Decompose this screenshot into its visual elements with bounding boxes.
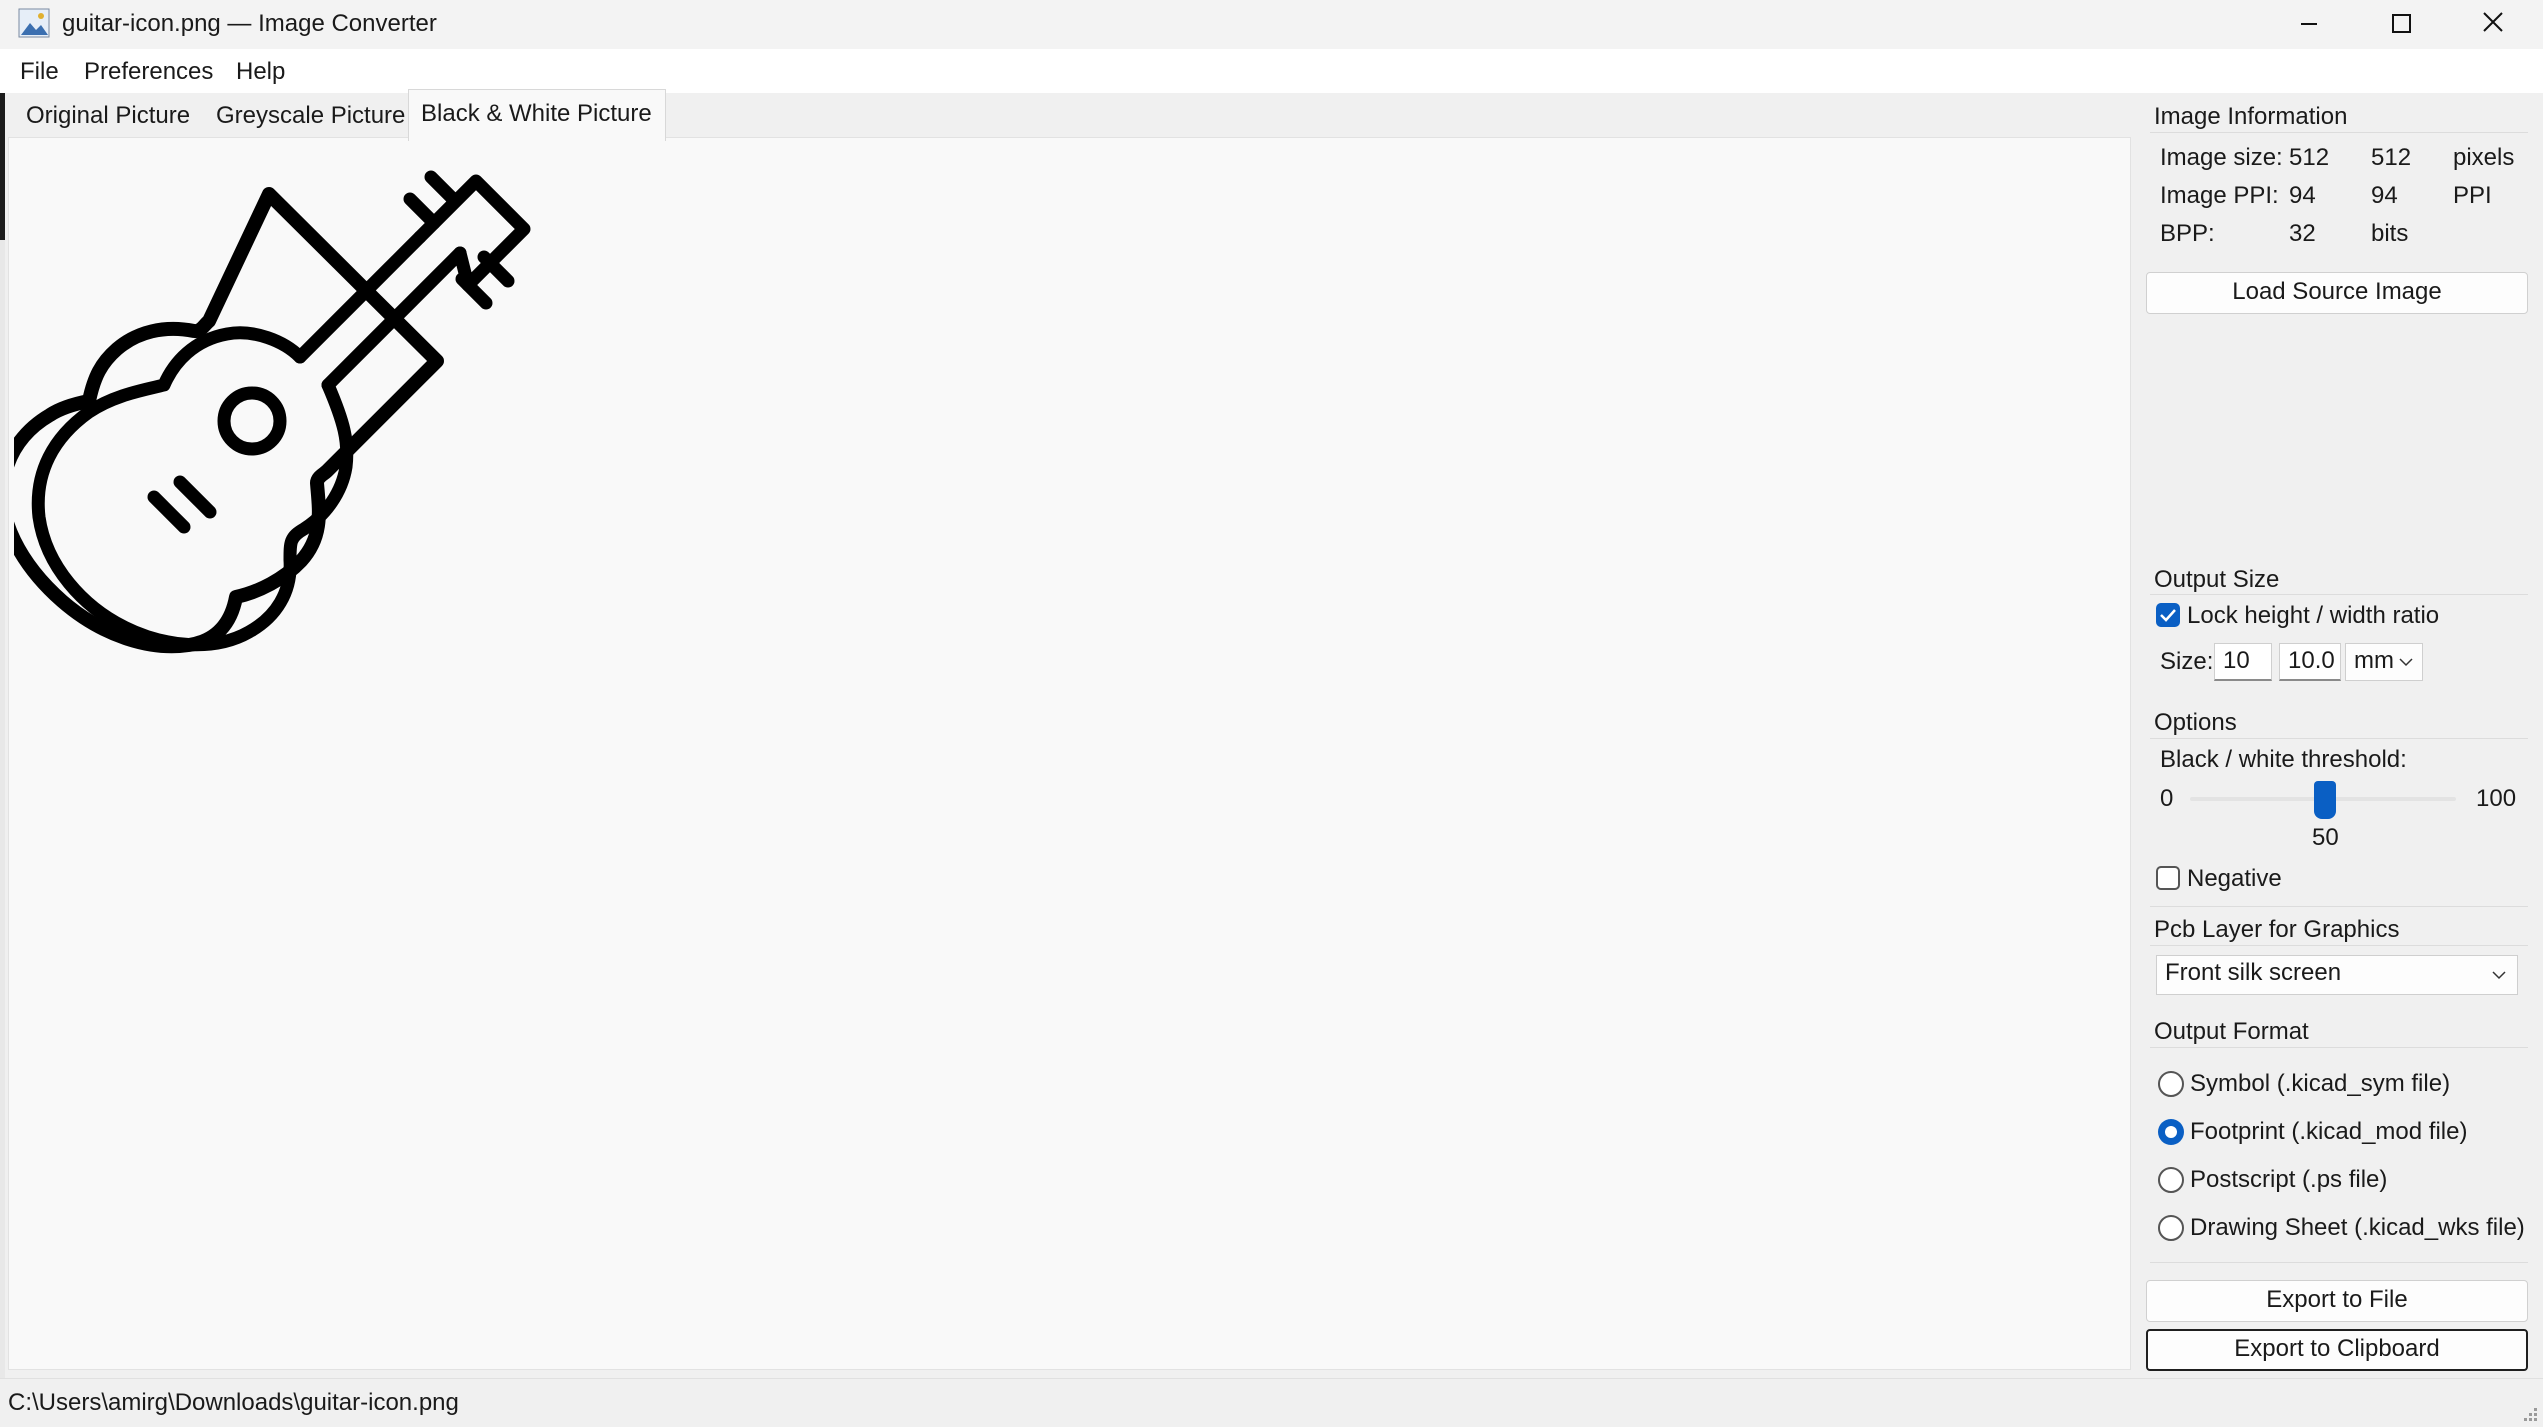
threshold-max-label: 100 (2476, 785, 2517, 812)
chevron-down-icon (2492, 971, 2506, 980)
tab-greyscale-picture[interactable]: Greyscale Picture (204, 95, 406, 137)
status-file-path: C:\Users\amirg\Downloads\guitar-icon.png (8, 1389, 459, 1416)
options-title: Options (2154, 709, 2237, 736)
export-to-file-button[interactable]: Export to File (2146, 1280, 2528, 1322)
output-format-title: Output Format (2154, 1018, 2309, 1045)
load-source-image-button[interactable]: Load Source Image (2146, 272, 2528, 314)
menu-file[interactable]: File (20, 55, 59, 89)
format-postscript-radio[interactable] (2158, 1167, 2184, 1193)
lock-ratio-checkbox[interactable] (2156, 603, 2180, 627)
close-icon (2483, 12, 2503, 32)
format-footprint-radio[interactable] (2158, 1119, 2184, 1145)
resize-grip-icon[interactable] (2520, 1404, 2540, 1424)
window-edge-lower (0, 240, 5, 1380)
divider (2150, 1047, 2528, 1048)
bpp-value: 32 (2289, 220, 2316, 247)
chevron-down-icon (2399, 658, 2413, 667)
negative-label: Negative (2187, 865, 2282, 892)
image-converter-icon (18, 8, 50, 38)
threshold-value: 50 (2312, 824, 2339, 851)
image-info-title: Image Information (2154, 103, 2348, 130)
menu-bar (0, 49, 2543, 93)
image-size-unit: pixels (2453, 144, 2515, 171)
threshold-slider-thumb[interactable] (2314, 781, 2336, 819)
bpp-unit: bits (2371, 220, 2409, 247)
divider (2150, 945, 2528, 946)
maximize-button[interactable] (2355, 0, 2447, 49)
format-footprint-label: Footprint (.kicad_mod file) (2190, 1118, 2468, 1145)
divider (2150, 906, 2528, 907)
menu-preferences[interactable]: Preferences (84, 55, 213, 89)
negative-checkbox[interactable] (2156, 866, 2180, 890)
image-ppi-x: 94 (2289, 182, 2316, 209)
maximize-icon (2392, 14, 2411, 33)
bpp-label: BPP: (2160, 220, 2215, 247)
divider (2150, 738, 2528, 739)
size-width-input[interactable]: 10 (2214, 643, 2272, 681)
output-size-title: Output Size (2154, 566, 2280, 593)
minimize-icon (2301, 23, 2317, 25)
divider (2150, 1262, 2528, 1263)
menu-help[interactable]: Help (236, 55, 285, 89)
image-size-width: 512 (2289, 144, 2330, 171)
image-ppi-y: 94 (2371, 182, 2398, 209)
tab-black-white-picture[interactable]: Black & White Picture (408, 89, 666, 141)
format-postscript-label: Postscript (.ps file) (2190, 1166, 2388, 1193)
window-title: guitar-icon.png — Image Converter (62, 10, 437, 37)
format-drawing-sheet-radio[interactable] (2158, 1215, 2184, 1241)
divider (2150, 594, 2528, 595)
image-size-label: Image size: (2160, 144, 2283, 171)
export-to-clipboard-button[interactable]: Export to Clipboard (2146, 1329, 2528, 1371)
image-ppi-unit: PPI (2453, 182, 2492, 209)
lock-ratio-label: Lock height / width ratio (2187, 602, 2440, 629)
format-drawing-sheet-label: Drawing Sheet (.kicad_wks file) (2190, 1214, 2525, 1241)
size-label: Size: (2160, 648, 2214, 675)
image-size-height: 512 (2371, 144, 2412, 171)
divider (2150, 132, 2528, 133)
pcb-layer-select-value: Front silk screen (2165, 959, 2342, 986)
minimize-button[interactable] (2263, 0, 2355, 49)
format-symbol-radio[interactable] (2158, 1071, 2184, 1097)
pcb-layer-title: Pcb Layer for Graphics (2154, 916, 2400, 943)
pcb-layer-select[interactable]: Front silk screen (2156, 955, 2518, 995)
format-symbol-label: Symbol (.kicad_sym file) (2190, 1070, 2451, 1097)
tab-original-picture[interactable]: Original Picture (14, 95, 204, 137)
size-height-input[interactable]: 10.0 (2279, 643, 2341, 681)
threshold-label: Black / white threshold: (2160, 746, 2407, 773)
checkmark-icon (2160, 609, 2176, 622)
unit-select-value: mm (2354, 647, 2394, 674)
threshold-min-label: 0 (2160, 785, 2174, 812)
close-button[interactable] (2447, 0, 2539, 49)
guitar-icon-detail (31, 170, 531, 652)
image-ppi-label: Image PPI: (2160, 182, 2279, 209)
